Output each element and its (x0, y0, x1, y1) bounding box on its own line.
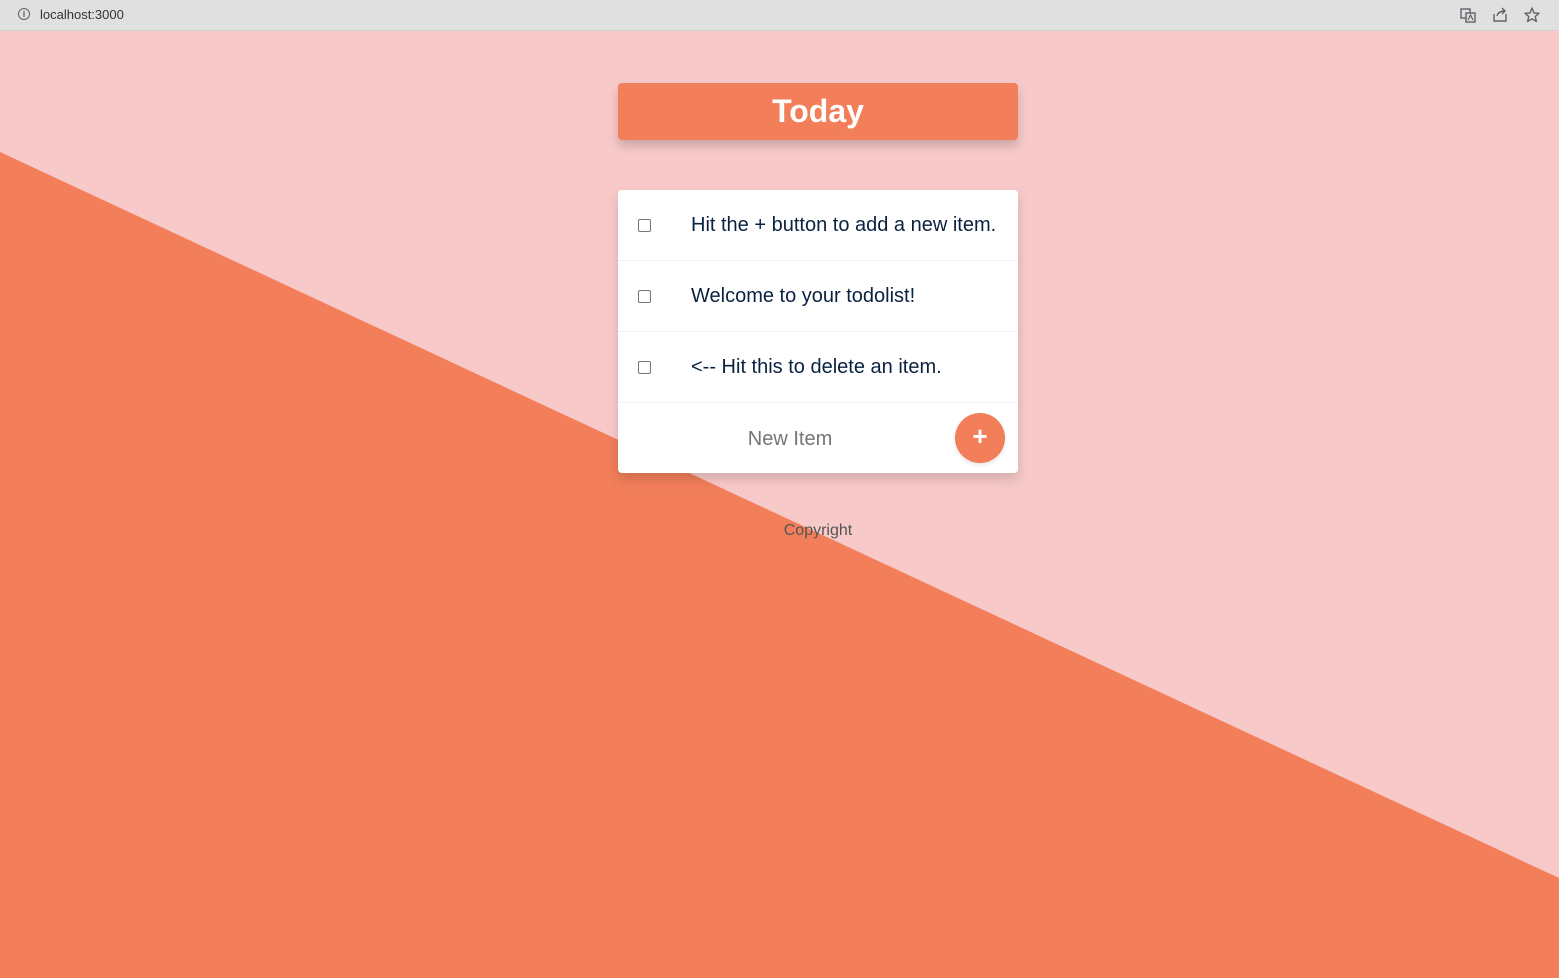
item-label: Welcome to your todolist! (691, 285, 916, 307)
new-item-row: + (618, 403, 1018, 475)
browser-toolbar: i localhost:3000 (0, 0, 1559, 31)
footer-copyright: Copyright (783, 522, 853, 539)
add-item-button[interactable]: + (955, 413, 1005, 463)
new-item-input[interactable] (618, 403, 962, 475)
item-checkbox[interactable] (638, 219, 651, 232)
todo-list: Hit the + button to add a new item. Welc… (618, 190, 1018, 475)
item-label: Hit the + button to add a new item. (691, 214, 997, 236)
item-checkbox[interactable] (638, 290, 651, 303)
list-item: <-- Hit this to delete an item. (618, 332, 1018, 403)
list-item: Hit the + button to add a new item. (618, 190, 1018, 261)
background-diagonal (0, 32, 1559, 978)
item-checkbox[interactable] (638, 361, 651, 374)
list-title: Today (618, 83, 1018, 140)
list-item: Welcome to your todolist! (618, 261, 1018, 332)
share-icon[interactable] (1491, 6, 1509, 24)
item-label: <-- Hit this to delete an item. (691, 356, 942, 378)
address-bar[interactable]: localhost:3000 (40, 7, 124, 22)
site-info-icon[interactable]: i (18, 8, 30, 20)
bookmark-star-icon[interactable] (1523, 6, 1541, 24)
translate-icon[interactable] (1459, 6, 1477, 24)
